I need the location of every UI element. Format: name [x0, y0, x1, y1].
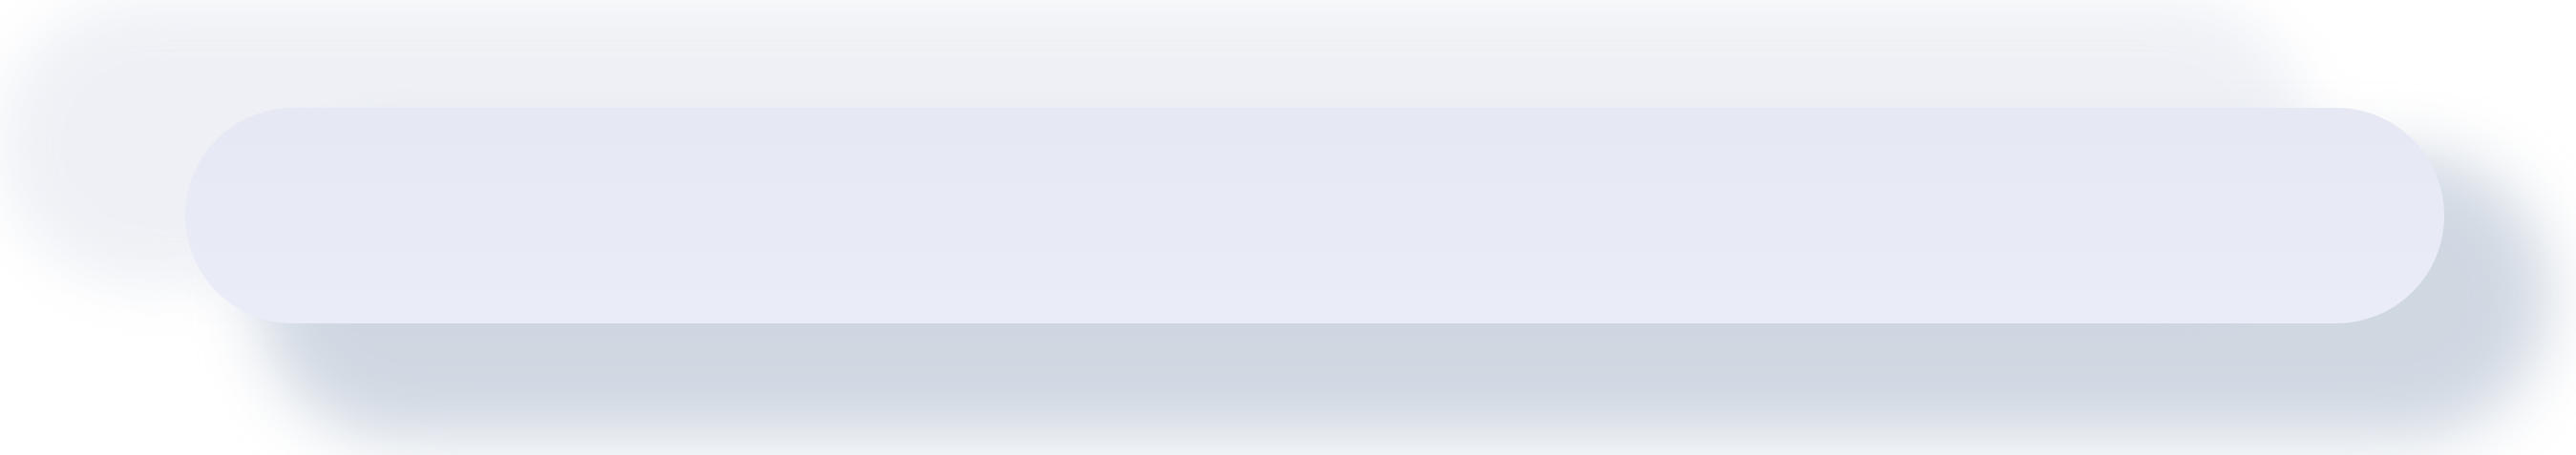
neumorphic-pill-button[interactable] — [185, 108, 2444, 323]
pill-button-label — [293, 108, 2336, 323]
neumorphic-canvas — [0, 0, 2576, 455]
